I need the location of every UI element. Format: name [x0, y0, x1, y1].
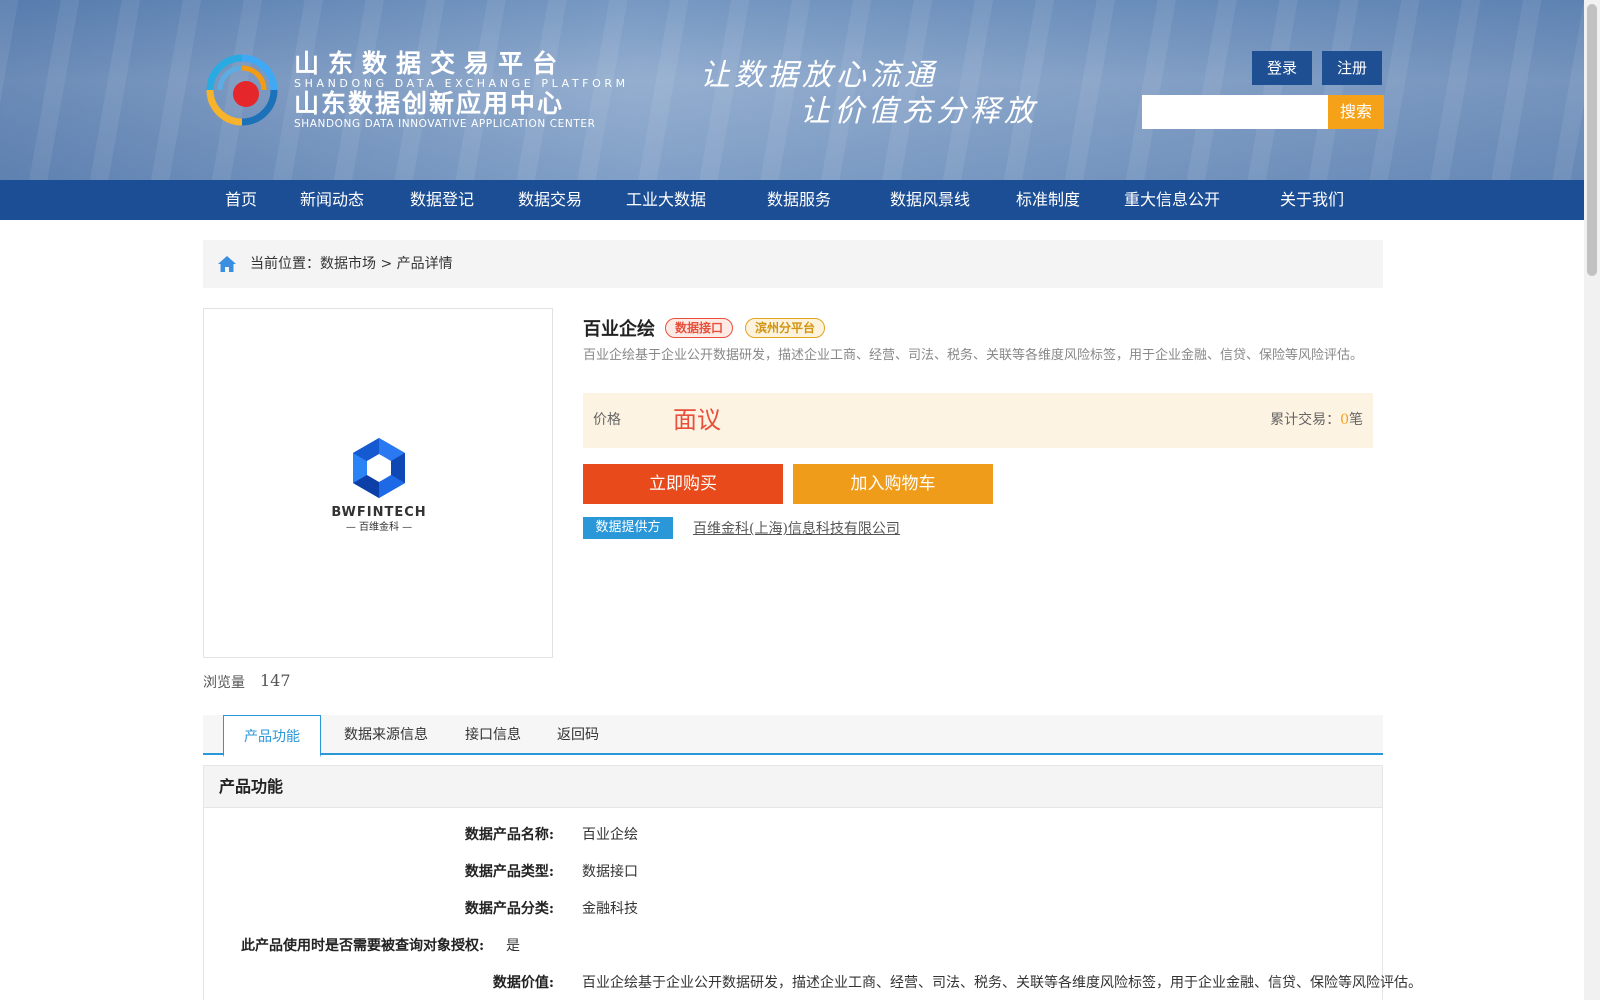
- site-header: 山东数据交易平台 SHANDONG DATA EXCHANGE PLATFORM…: [0, 0, 1584, 180]
- product-type-badge: 数据接口: [665, 318, 734, 338]
- slogan-line-2: 让价值充分释放: [800, 94, 1038, 129]
- nav-item-data-services[interactable]: 数据服务: [767, 180, 831, 220]
- logo-subtitle-cn: 山东数据创新应用中心: [294, 89, 565, 118]
- info-row: 数据价值: 百业企绘基于企业公开数据研发，描述企业工商、经营、司法、税务、关联等…: [204, 973, 1422, 993]
- logo-subtitle-en: SHANDONG DATA INNOVATIVE APPLICATION CEN…: [294, 118, 596, 130]
- price-panel: 价格 面议 累计交易：0笔: [583, 393, 1373, 448]
- breadcrumb-text: 当前位置：数据市场 > 产品详情: [250, 256, 453, 272]
- views-count: 147: [260, 671, 291, 690]
- tab-return-codes[interactable]: 返回码: [543, 715, 613, 755]
- product-image: BWFINTECH — 百维金科 —: [203, 308, 553, 658]
- info-key: 数据产品分类:: [464, 901, 554, 917]
- info-key: 数据产品类型:: [464, 864, 554, 880]
- product-function-section: 产品功能 数据产品名称: 百业企绘 数据产品类型: 数据接口 数据产品分类: 金…: [203, 765, 1422, 1000]
- info-row: 数据产品类型: 数据接口: [204, 862, 1384, 882]
- detail-tabs: 产品功能 数据来源信息 接口信息 返回码: [203, 715, 1383, 757]
- info-value: 数据接口: [582, 864, 638, 880]
- scrollbar-thumb[interactable]: [1587, 4, 1597, 276]
- tab-product-function[interactable]: 产品功能: [223, 715, 321, 757]
- nav-item-data-registration[interactable]: 数据登记: [410, 180, 474, 220]
- platform-logo-icon: [206, 54, 278, 126]
- price-label: 价格: [593, 412, 621, 428]
- info-value: 是: [506, 938, 520, 954]
- nav-item-data-landscape[interactable]: 数据风景线: [890, 180, 970, 220]
- tab-interface-info[interactable]: 接口信息: [453, 715, 533, 755]
- info-key: 数据价值:: [492, 975, 554, 991]
- section-title: 产品功能: [204, 766, 1382, 808]
- views-label: 浏览量: [203, 675, 245, 691]
- info-key: 数据产品名称:: [464, 827, 554, 843]
- tab-data-source[interactable]: 数据来源信息: [331, 715, 441, 755]
- trade-count-value: 0: [1340, 412, 1349, 428]
- info-value: 百业企绘基于企业公开数据研发，描述企业工商、经营、司法、税务、关联等各维度风险标…: [582, 975, 1422, 991]
- info-key: 此产品使用时是否需要被查询对象授权:: [241, 938, 485, 954]
- info-row: 数据产品名称: 百业企绘: [204, 825, 1384, 845]
- product-description: 百业企绘基于企业公开数据研发，描述企业工商、经营、司法、税务、关联等各维度风险标…: [583, 348, 1364, 363]
- breadcrumb: 当前位置：数据市场 > 产品详情: [203, 240, 1383, 288]
- logo-brand-text: BWFINTECH: [331, 505, 426, 520]
- nav-item-standards[interactable]: 标准制度: [1016, 180, 1080, 220]
- nav-item-news[interactable]: 新闻动态: [300, 180, 364, 220]
- nav-item-about[interactable]: 关于我们: [1280, 180, 1344, 220]
- price-value: 面议: [673, 406, 721, 434]
- info-row: 数据产品分类: 金融科技: [204, 899, 1384, 919]
- trade-count-label: 累计交易：: [1270, 412, 1341, 428]
- add-to-cart-button[interactable]: 加入购物车: [793, 464, 993, 504]
- nav-item-data-trading[interactable]: 数据交易: [518, 180, 582, 220]
- info-row: 此产品使用时是否需要被查询对象授权: 是: [204, 936, 1384, 956]
- provider-label: 数据提供方: [583, 517, 673, 539]
- provider-link[interactable]: 百维金科(上海)信息科技有限公司: [693, 518, 900, 538]
- platform-logo-text: 山东数据交易平台 SHANDONG DATA EXCHANGE PLATFORM…: [294, 49, 629, 131]
- search-input[interactable]: [1142, 95, 1328, 129]
- bwfintech-logo-icon: BWFINTECH — 百维金科 —: [331, 438, 426, 533]
- buy-now-button[interactable]: 立即购买: [583, 464, 783, 504]
- page-scrollbar[interactable]: [1584, 0, 1600, 1000]
- trade-count-unit: 笔: [1349, 412, 1363, 428]
- nav-item-industrial-big-data[interactable]: 工业大数据: [626, 180, 706, 220]
- trade-count: 累计交易：0笔: [1270, 393, 1363, 448]
- search-button[interactable]: 搜索: [1328, 95, 1384, 129]
- product-title: 百业企绘: [583, 319, 655, 340]
- nav-item-disclosure[interactable]: 重大信息公开: [1124, 180, 1220, 220]
- logo-title-cn: 山东数据交易平台: [294, 49, 567, 78]
- main-nav: 首页 新闻动态 数据登记 数据交易 工业大数据 数据服务 数据风景线 标准制度 …: [0, 180, 1584, 220]
- nav-item-home[interactable]: 首页: [225, 180, 257, 220]
- info-value: 金融科技: [582, 901, 638, 917]
- platform-badge: 滨州分平台: [745, 318, 826, 338]
- info-value: 百业企绘: [582, 827, 638, 843]
- login-button[interactable]: 登录: [1252, 51, 1312, 85]
- register-button[interactable]: 注册: [1322, 51, 1382, 85]
- logo-brand-subtext: — 百维金科 —: [346, 520, 412, 533]
- home-icon[interactable]: [217, 254, 237, 274]
